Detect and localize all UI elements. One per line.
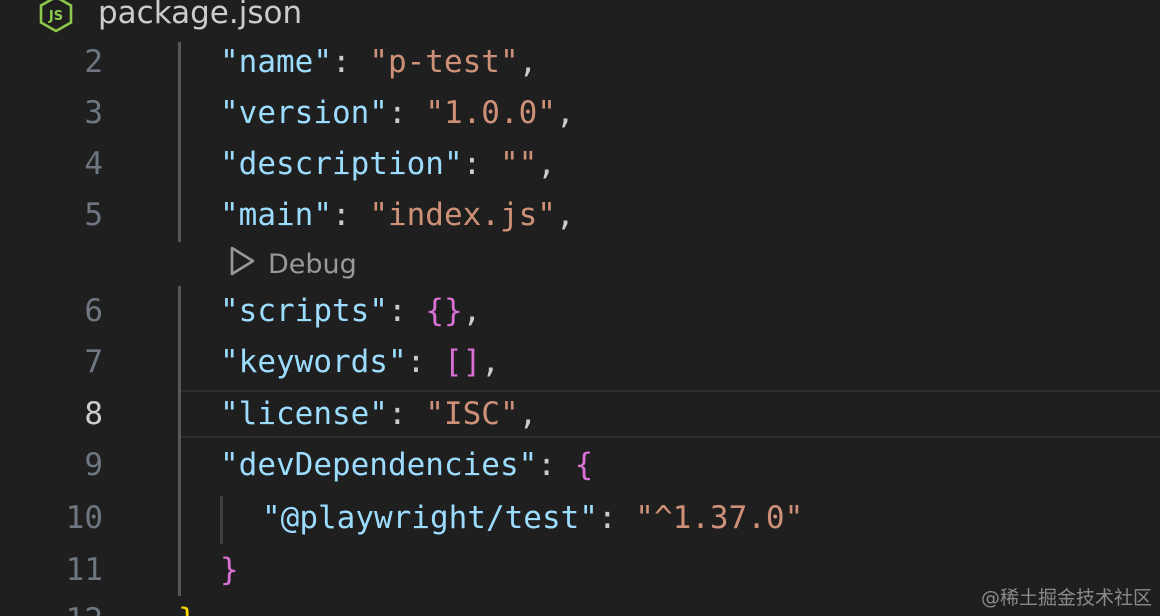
play-outline-icon: [228, 245, 268, 284]
line-number: 12: [0, 600, 103, 616]
indent-guide: [178, 286, 181, 596]
svg-text:JS: JS: [48, 9, 63, 24]
line-number: 2: [84, 44, 103, 80]
code-line: "devDependencies": {: [220, 447, 594, 483]
code-line: "name": "p-test",: [220, 44, 538, 80]
line-number-gutter: 2 3 4 5 6 7 8 9 10 11 12: [0, 34, 120, 616]
code-line: "keywords": [],: [220, 344, 500, 380]
code-line: }: [220, 552, 239, 588]
code-line: "version": "1.0.0",: [220, 95, 575, 131]
line-number: 3: [84, 95, 103, 131]
line-number: 5: [84, 197, 103, 233]
code-editor[interactable]: 2 3 4 5 6 7 8 9 10 11 12 "name": "p-test…: [0, 34, 1160, 616]
line-number: 9: [84, 447, 103, 483]
code-line: }: [178, 600, 197, 616]
indent-guide: [220, 496, 223, 544]
line-number: 4: [84, 146, 103, 182]
line-number: 10: [65, 500, 103, 536]
code-line-active: "license": "ISC",: [220, 396, 538, 432]
code-line: "description": "",: [220, 146, 556, 182]
code-line: "@playwright/test": "^1.37.0": [262, 500, 804, 536]
editor-tab[interactable]: JS package.json: [0, 0, 1160, 34]
nodejs-file-icon: JS: [36, 0, 76, 34]
watermark: @稀土掘金技术社区: [980, 587, 1152, 609]
code-line: "scripts": {},: [220, 293, 482, 329]
line-number: 7: [84, 344, 103, 380]
tab-title: package.json: [98, 0, 303, 31]
indent-guide: [178, 42, 181, 242]
debug-label: Debug: [268, 248, 357, 280]
debug-codelens[interactable]: Debug: [228, 244, 357, 284]
line-number: 6: [84, 293, 103, 329]
code-line: "main": "index.js",: [220, 197, 575, 233]
line-number: 11: [65, 552, 103, 588]
line-number-active: 8: [84, 396, 103, 432]
